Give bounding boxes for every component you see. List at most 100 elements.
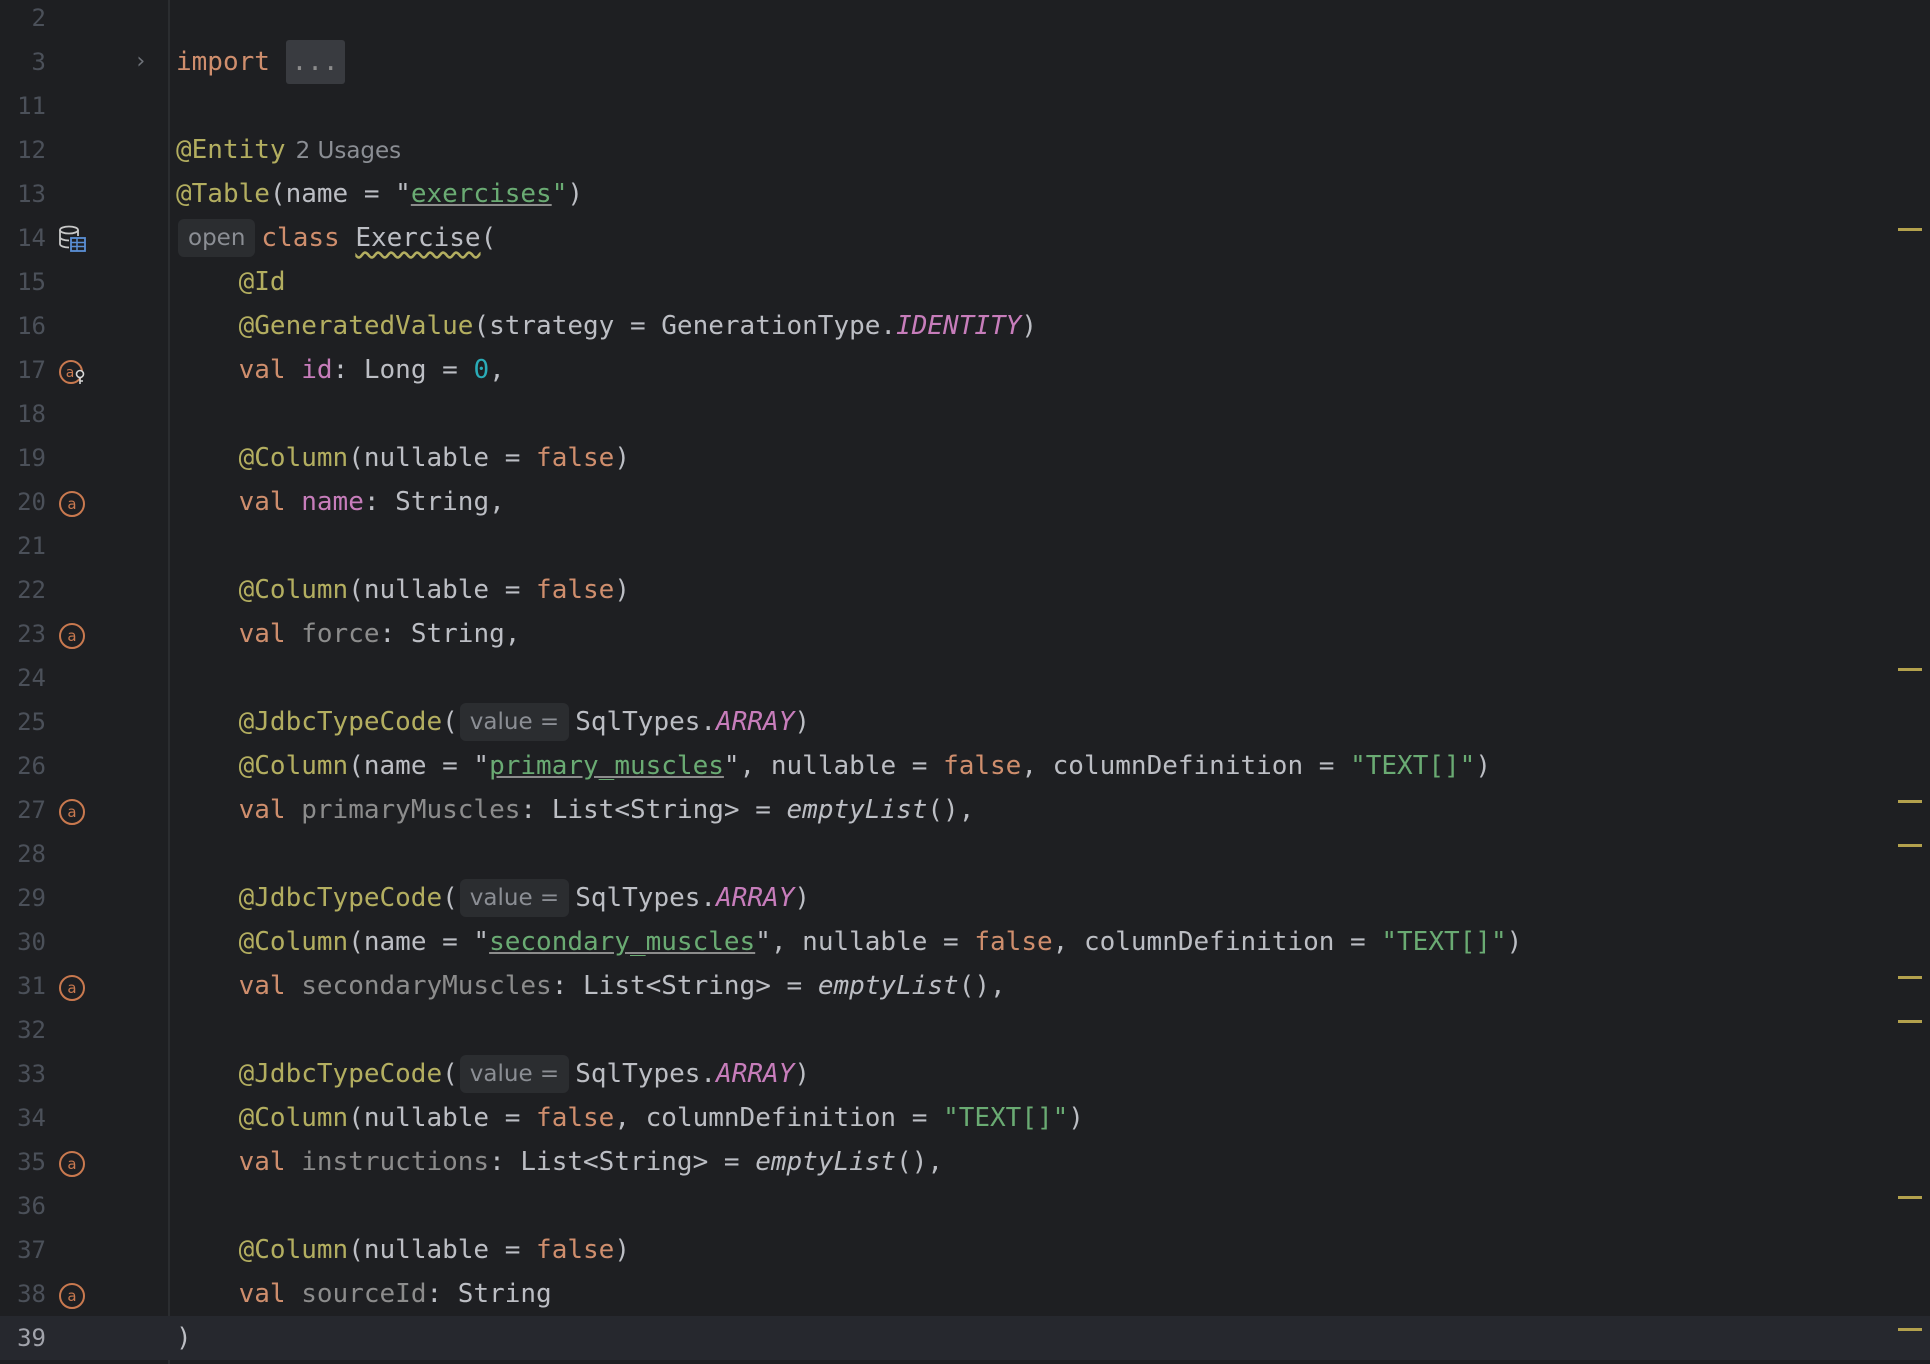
code-text[interactable]: @Column(nullable = false, columnDefiniti… [176,1096,1084,1140]
line-number: 38 [17,1280,46,1308]
code-token: @Column [238,927,349,957]
code-text[interactable]: @Entity 2 Usages [176,128,401,173]
line-number: 35 [17,1148,46,1176]
code-text[interactable]: @GeneratedValue(strategy = GenerationTyp… [176,304,1037,348]
code-line[interactable]: 21 [0,524,1930,568]
code-line[interactable]: 26 @Column(name = "primary_muscles", nul… [0,744,1930,788]
code-line[interactable]: 16 @GeneratedValue(strategy = Generation… [0,304,1930,348]
code-text[interactable]: val sourceId: String [176,1272,552,1316]
string-literal: primary_muscles [489,751,724,781]
warning-marker[interactable] [1898,228,1922,231]
code-token: val [238,487,302,517]
code-token: @Column [238,751,349,781]
code-line[interactable]: 13 @Table(name = "exercises") [0,172,1930,216]
code-text[interactable]: @Column(nullable = false) [176,436,630,480]
code-line[interactable]: 3 › import ... [0,40,1930,84]
code-text[interactable]: val primaryMuscles: List<String> = empty… [176,788,975,832]
warning-marker[interactable] [1898,1020,1922,1023]
attribute-icon[interactable]: a [58,1148,86,1177]
primary-key-icon[interactable]: a [58,356,86,384]
code-line[interactable]: 34 @Column(nullable = false, columnDefin… [0,1096,1930,1140]
code-text[interactable]: @Column(name = "primary_muscles", nullab… [176,744,1491,788]
code-text[interactable]: @JdbcTypeCode(value = SqlTypes.ARRAY) [176,1052,810,1096]
code-line[interactable]: 28 [0,832,1930,876]
database-table-icon[interactable] [58,224,86,252]
code-line[interactable]: 30 @Column(name = "secondary_muscles", n… [0,920,1930,964]
warning-marker[interactable] [1898,1328,1922,1331]
code-token: : List<String> = [520,795,787,825]
code-token: @GeneratedValue [238,311,474,341]
code-line[interactable]: 12 @Entity 2 Usages [0,128,1930,172]
warning-marker[interactable] [1898,1196,1922,1199]
code-line[interactable]: 27 a val primaryMuscles: List<String> = e… [0,788,1930,832]
code-line[interactable]: 32 [0,1008,1930,1052]
attribute-icon[interactable]: a [58,1280,86,1309]
code-text[interactable]: open class Exercise( [176,216,496,260]
code-line[interactable]: 29 @JdbcTypeCode(value = SqlTypes.ARRAY) [0,876,1930,920]
code-text[interactable]: val secondaryMuscles: List<String> = emp… [176,964,1006,1008]
code-line[interactable]: 39) [0,1316,1930,1360]
code-token: false [974,927,1053,957]
code-text[interactable]: @Column(nullable = false) [176,568,630,612]
code-line[interactable]: 37 @Column(nullable = false) [0,1228,1930,1272]
code-editor[interactable]: 2 3 › import ... 11 12 @Entity 2 Usages 13 @Table… [0,0,1930,1364]
code-line[interactable]: 31 a val secondaryMuscles: List<String> =… [0,964,1930,1008]
code-text[interactable]: ) [176,1316,192,1360]
code-token: force [301,619,380,649]
code-line[interactable]: 19 @Column(nullable = false) [0,436,1930,480]
code-line[interactable]: 15 @Id [0,260,1930,304]
code-line[interactable]: 2 [0,0,1930,40]
code-line[interactable]: 38 a val sourceId: String [0,1272,1930,1316]
code-token: emptyList [786,795,928,825]
code-token: val [238,355,302,385]
code-line[interactable]: 20 a val name: String, [0,480,1930,524]
code-token: @Column [238,443,349,473]
warning-marker[interactable] [1898,976,1922,979]
code-text[interactable]: @Column(nullable = false) [176,1228,630,1272]
code-token: : List<String> = [551,971,818,1001]
code-text[interactable]: val force: String, [176,612,521,656]
line-number: 16 [17,312,46,340]
svg-text:a: a [67,979,76,997]
code-text[interactable]: @Column(name = "secondary_muscles", null… [176,920,1523,964]
chevron-right-icon[interactable]: › [134,40,147,84]
code-line[interactable]: 35 a val instructions: List<String> = emp… [0,1140,1930,1184]
warning-marker[interactable] [1898,800,1922,803]
code-line[interactable]: 24 [0,656,1930,700]
attribute-icon[interactable]: a [58,620,86,649]
code-line[interactable]: 14 open class Exercise( [0,216,1930,260]
code-text[interactable]: import ... [176,40,345,84]
code-text[interactable]: val instructions: List<String> = emptyLi… [176,1140,943,1184]
warning-marker[interactable] [1898,844,1922,847]
code-token: (), [896,1147,944,1177]
line-number: 26 [17,752,46,780]
code-line[interactable]: 17 a val id: Long = 0, [0,348,1930,392]
code-text[interactable]: @Table(name = "exercises") [176,172,583,216]
code-token: 0 [473,355,490,385]
code-line[interactable]: 18 [0,392,1930,436]
code-token: class [261,223,356,253]
code-line[interactable]: 25 @JdbcTypeCode(value = SqlTypes.ARRAY) [0,700,1930,744]
attribute-icon[interactable]: a [58,796,86,825]
code-token: secondaryMuscles [301,971,552,1001]
folded-imports-button[interactable]: ... [285,40,345,84]
code-text[interactable]: val id: Long = 0, [176,348,505,392]
code-line[interactable]: 22 @Column(nullable = false) [0,568,1930,612]
code-text[interactable]: @Id [176,260,286,304]
code-line[interactable]: 23 a val force: String, [0,612,1930,656]
code-token: val [238,795,302,825]
attribute-icon[interactable]: a [58,488,86,517]
code-token: : String, [379,619,521,649]
code-text[interactable]: @JdbcTypeCode(value = SqlTypes.ARRAY) [176,876,810,920]
code-text[interactable]: val name: String, [176,480,505,524]
code-token: (), [927,795,975,825]
code-line[interactable]: 33 @JdbcTypeCode(value = SqlTypes.ARRAY) [0,1052,1930,1096]
usages-hint[interactable]: 2 Usages [296,138,402,164]
code-text[interactable]: @JdbcTypeCode(value = SqlTypes.ARRAY) [176,700,810,744]
warning-marker[interactable] [1898,668,1922,671]
code-line[interactable]: 11 [0,84,1930,128]
attribute-icon[interactable]: a [58,972,86,1001]
code-line[interactable]: 36 [0,1184,1930,1228]
